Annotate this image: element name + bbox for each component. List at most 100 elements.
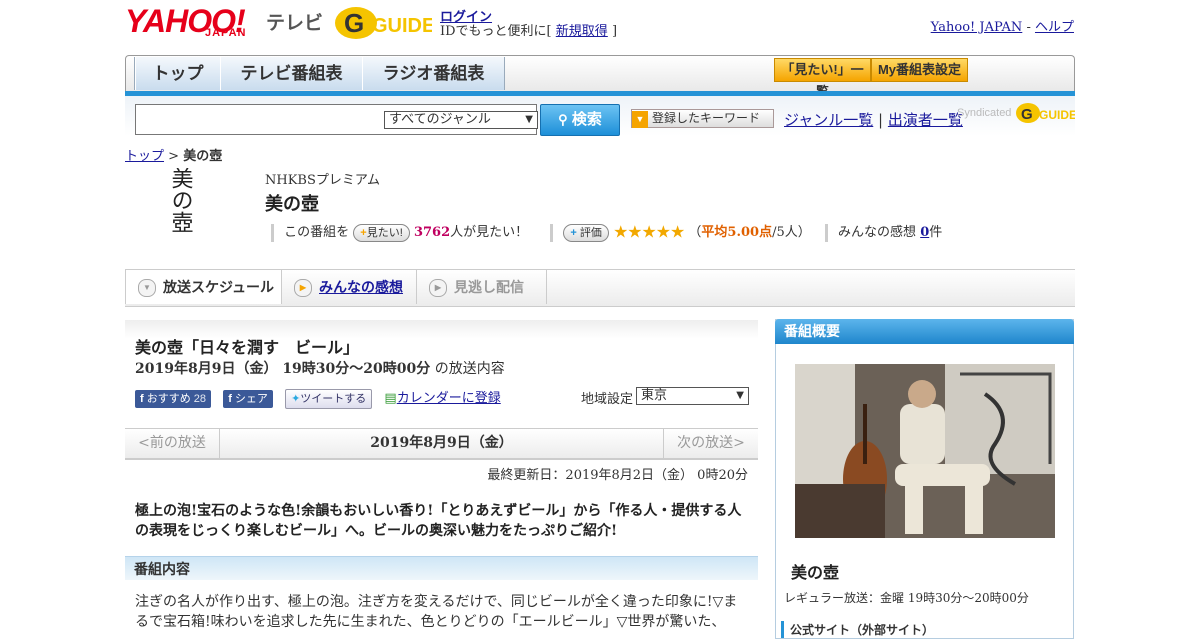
play-icon: ▶ (294, 279, 312, 298)
content-section-body: 注ぎの名人が作り出す、極上の泡。注ぎ方を変えるだけで、同じビールが全く違った印象… (135, 594, 738, 630)
program-photo (795, 364, 1055, 538)
svg-text:G: G (1021, 106, 1033, 123)
program-overview-heading: 番組概要 (775, 319, 1074, 344)
main-nav: トップ テレビ番組表 ラジオ番組表 「見たい!」一覧 My番組表設定 (125, 55, 1075, 99)
tweet-button[interactable]: ✦ツイートする (285, 388, 373, 409)
side-program-title: 美の壺 (791, 563, 840, 582)
want-list-button[interactable]: 「見たい!」一覧 (774, 58, 871, 99)
content-section-heading: 番組内容 (125, 556, 758, 580)
dropdown-arrow-icon: ▼ (525, 114, 533, 125)
program-title: 美の壺 (265, 194, 319, 215)
search-icon: ⚲ (558, 112, 568, 127)
current-day: 2019年8月9日（金） (370, 435, 513, 451)
header-links: Yahoo! JAPAN - ヘルプ (931, 16, 1074, 35)
region-select[interactable]: 東京 ▼ (636, 387, 749, 405)
breadcrumb: トップ > 美の壺 (125, 145, 222, 164)
yahoo-japan-link[interactable]: Yahoo! JAPAN (931, 20, 1023, 35)
performer-list-link[interactable]: 出演者一覧 (888, 111, 963, 129)
program-logo-text-1: 美の壺 (168, 168, 194, 233)
tab-impressions[interactable]: ▶ みんなの感想 (282, 270, 417, 304)
impressions-suffix: 件 (929, 225, 943, 240)
gguide-logo[interactable]: G GUIDE (334, 5, 432, 41)
next-broadcast-button[interactable]: 次の放送> (663, 429, 758, 458)
want-prefix: この番組を (284, 225, 350, 240)
impressions-label: みんなの感想 (838, 225, 917, 240)
episode-title: 美の壺「日々を潤す ビール」 (135, 338, 360, 357)
chevron-down-icon: ▼ (138, 279, 156, 298)
facebook-recommend-label: おすすめ (146, 392, 191, 405)
play-icon: ▶ (429, 279, 447, 298)
dropdown-arrow-icon: ▼ (736, 390, 744, 401)
tab-catchup[interactable]: ▶ 見逃し配信 (417, 270, 547, 304)
region-select-value: 東京 (641, 388, 668, 403)
channel-name: NHKBSプレミアム (265, 173, 380, 188)
yahoo-japan-logo-text: JAPAN (205, 27, 247, 39)
facebook-recommend-button[interactable]: f おすすめ 28 (135, 389, 212, 408)
gguide-small-logo-text: GUIDE (1039, 108, 1075, 122)
login-sub-suffix: ] (611, 24, 618, 39)
search-button[interactable]: ⚲ 検索 (540, 104, 620, 136)
gguide-small-logo: G GUIDE (1015, 103, 1077, 123)
gguide-logo-text: GUIDE (372, 15, 432, 37)
rating-people: /5人） (772, 225, 811, 240)
nav-tab-radio-guide[interactable]: ラジオ番組表 (362, 57, 505, 90)
facebook-recommend-count: 28 (193, 392, 207, 405)
side-regular-broadcast: レギュラー放送：金曜 19時30分～20時00分 (784, 591, 1029, 605)
day-navigation: <前の放送 2019年8月9日（金） 次の放送> (125, 428, 758, 460)
episode-date-value: 2019年8月9日（金） 19時30分～20時00分 (135, 361, 431, 377)
program-subtabs: ▼ 放送スケジュール ▶ みんなの感想 ▶ 見逃し配信 (125, 269, 1075, 307)
tab-catchup-label: 見逃し配信 (454, 279, 524, 295)
calendar-register-link[interactable]: カレンダーに登録 (397, 391, 501, 406)
rating-average: 平均5.00点 (701, 225, 773, 240)
facebook-share-button[interactable]: f シェア (223, 389, 273, 408)
episode-date: 2019年8月9日（金） 19時30分～20時00分 の放送内容 (135, 358, 505, 378)
genre-links: ジャンル一覧 | 出演者一覧 (784, 109, 963, 130)
twitter-icon: ✦ (291, 392, 301, 405)
syndicated-text: Syndicated (957, 106, 1012, 119)
prev-broadcast-button[interactable]: <前の放送 (125, 429, 220, 458)
rating-stars: ★★★★★ (613, 222, 685, 243)
genre-link-sep: | (878, 111, 884, 129)
genre-select[interactable]: すべてのジャンル ▼ (384, 111, 538, 129)
triangle-down-icon: ▼ (632, 111, 648, 128)
impressions-count[interactable]: 0 (920, 225, 929, 240)
header-link-sep: - (1026, 20, 1031, 35)
tweet-label: ツイートする (300, 392, 367, 405)
last-updated: 最終更新日：2019年8月2日（金） 0時20分 (487, 468, 748, 483)
facebook-icon: f (140, 392, 144, 405)
signup-link[interactable]: 新規取得 (556, 24, 608, 39)
calendar-icon: ▤ (384, 391, 397, 406)
breadcrumb-current: 美の壺 (183, 149, 223, 164)
my-guide-settings-button[interactable]: My番組表設定 (871, 58, 968, 82)
genre-select-value: すべてのジャンル (389, 112, 491, 127)
help-link[interactable]: ヘルプ (1035, 20, 1074, 35)
tab-impressions-label[interactable]: みんなの感想 (319, 279, 403, 295)
syndicated-gguide-logo: Syndicated G GUIDE (957, 102, 1077, 124)
breadcrumb-sep: > (168, 149, 180, 164)
facebook-icon: f (228, 392, 232, 405)
want-button[interactable]: +見たい! (353, 223, 410, 242)
login-sub: IDでもっと便利に[ 新規取得 ] (440, 20, 617, 39)
tv-logo-text[interactable]: テレビ (266, 8, 323, 35)
want-count: 3762 (413, 225, 451, 240)
registered-keyword-button[interactable]: ▼ 登録したキーワード (631, 109, 774, 128)
tab-schedule[interactable]: ▼ 放送スケジュール (125, 270, 282, 304)
want-suffix: 人が見たい！ (450, 225, 529, 240)
rating-open: （ (688, 225, 702, 240)
login-sub-prefix: IDでもっと便利に[ (440, 24, 552, 39)
program-logo: 美の壺 (168, 168, 194, 233)
social-buttons: f おすすめ 28 f シェア ✦ツイートする ▤カレンダーに登録 (135, 387, 501, 409)
rating-button[interactable]: + 評価 (563, 223, 609, 242)
rating-button-label: 評価 (579, 226, 602, 239)
plus-icon: + (570, 226, 577, 239)
nav-tab-tv-guide[interactable]: テレビ番組表 (220, 57, 363, 90)
facebook-share-label: シェア (234, 392, 268, 405)
breadcrumb-top[interactable]: トップ (125, 149, 164, 164)
svg-text:G: G (344, 8, 364, 38)
tab-schedule-label: 放送スケジュール (163, 279, 275, 295)
episode-summary: 極上の泡!宝石のような色!余韻もおいしい香り!「とりあえずビール」から「作る人・… (135, 503, 742, 539)
program-stats: この番組を +見たい! 3762人が見たい！ + 評価 ★★★★★ （平均5.0… (265, 221, 943, 243)
genre-list-link[interactable]: ジャンル一覧 (784, 111, 873, 129)
nav-tab-top[interactable]: トップ (135, 57, 221, 90)
episode-date-suffix: の放送内容 (434, 361, 505, 377)
